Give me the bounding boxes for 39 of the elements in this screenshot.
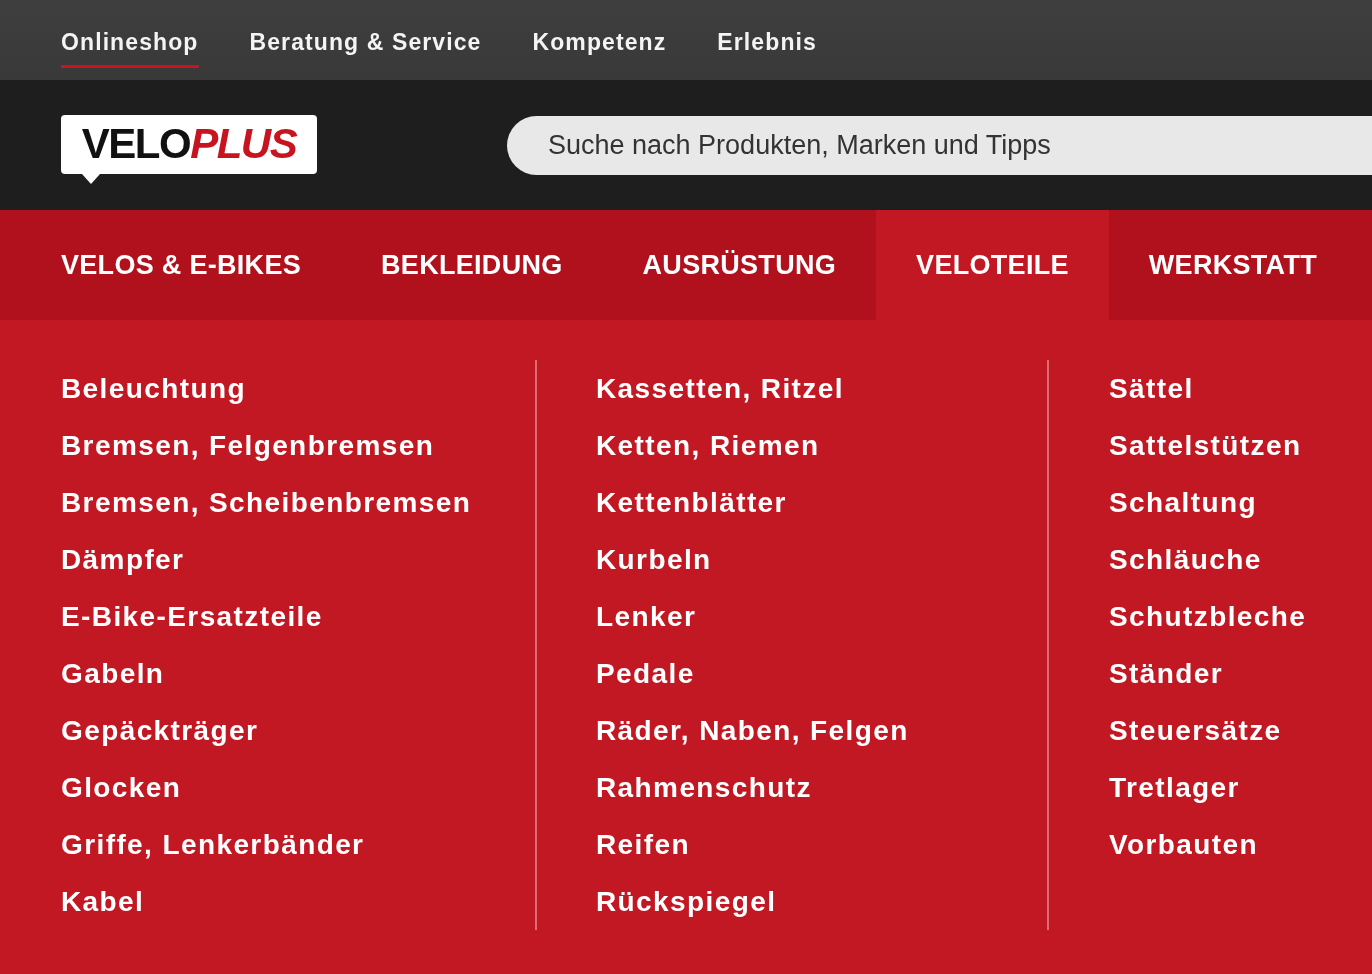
menu-link[interactable]: Schutzbleche: [1109, 588, 1307, 645]
menu-link[interactable]: Kurbeln: [596, 531, 712, 588]
top-nav-link[interactable]: Erlebnis: [717, 0, 817, 68]
menu-link[interactable]: Pedale: [596, 645, 695, 702]
menu-link[interactable]: Rahmenschutz: [596, 759, 812, 816]
menu-link[interactable]: Tretlager: [1109, 759, 1240, 816]
menu-link[interactable]: E-Bike-Ersatzteile: [61, 588, 323, 645]
menu-link[interactable]: Dämpfer: [61, 531, 185, 588]
menu-link[interactable]: Ketten, Riemen: [596, 417, 820, 474]
menu-link[interactable]: Räder, Naben, Felgen: [596, 702, 909, 759]
menu-link[interactable]: Schläuche: [1109, 531, 1262, 588]
menu-link[interactable]: Reifen: [596, 816, 690, 873]
top-nav-link[interactable]: Beratung & Service: [249, 0, 482, 68]
menu-link[interactable]: Vorbauten: [1109, 816, 1258, 873]
menu-link[interactable]: Kettenblätter: [596, 474, 787, 531]
category-tab[interactable]: VELOS & E-BIKES: [21, 210, 342, 320]
menu-link[interactable]: Gabeln: [61, 645, 165, 702]
menu-link[interactable]: Steuersätze: [1109, 702, 1282, 759]
menu-link[interactable]: Rückspiegel: [596, 873, 777, 930]
menu-link[interactable]: Beleuchtung: [61, 360, 246, 417]
menu-link[interactable]: Gepäckträger: [61, 702, 259, 759]
category-tab[interactable]: BEKLEIDUNG: [341, 210, 603, 320]
menu-link[interactable]: Ständer: [1109, 645, 1224, 702]
category-tab[interactable]: VELOTEILE: [876, 210, 1109, 320]
top-nav-link[interactable]: Onlineshop: [61, 0, 199, 68]
menu-link[interactable]: Sättel: [1109, 360, 1194, 417]
menu-link[interactable]: Lenker: [596, 588, 697, 645]
menu-link[interactable]: Bremsen, Scheibenbremsen: [61, 474, 472, 531]
menu-link[interactable]: Sattelstützen: [1109, 417, 1302, 474]
menu-link[interactable]: Kabel: [61, 873, 145, 930]
search-field[interactable]: Suche nach Produkten, Marken und Tipps: [507, 115, 1372, 175]
top-nav-link[interactable]: Kompetenz: [532, 0, 667, 68]
menu-link[interactable]: Bremsen, Felgenbremsen: [61, 417, 435, 474]
menu-link[interactable]: Kassetten, Ritzel: [596, 360, 844, 417]
category-tab[interactable]: AUSRÜSTUNG: [602, 210, 877, 320]
menu-link[interactable]: Glocken: [61, 759, 182, 816]
menu-link[interactable]: Griffe, Lenkerbänder: [61, 816, 365, 873]
category-tab[interactable]: WERKSTATT: [1108, 210, 1357, 320]
menu-link[interactable]: Schaltung: [1109, 474, 1257, 531]
